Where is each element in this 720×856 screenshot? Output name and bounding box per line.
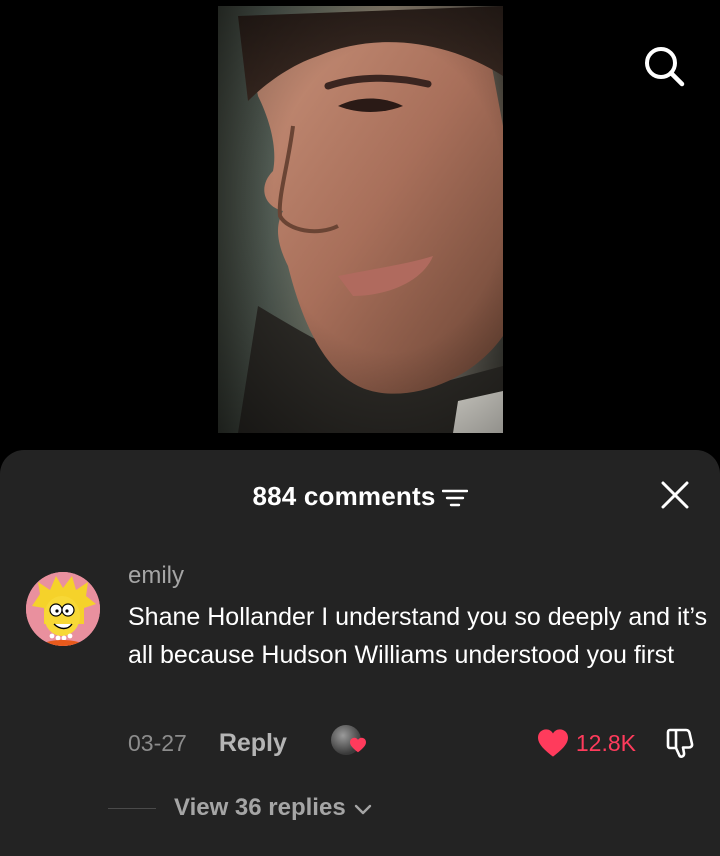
thumbs-down-icon bbox=[666, 728, 694, 758]
creator-liked-badge bbox=[330, 725, 367, 761]
reply-button[interactable]: Reply bbox=[219, 729, 287, 758]
heart-filled-icon bbox=[537, 729, 568, 757]
dislike-button[interactable] bbox=[664, 726, 698, 765]
search-button[interactable] bbox=[640, 42, 688, 90]
close-button[interactable] bbox=[658, 478, 692, 512]
comment-text: Shane Hollander I understand you so deep… bbox=[128, 603, 708, 669]
comment-count: 884 comments bbox=[252, 480, 436, 511]
comment-username[interactable]: emily bbox=[128, 562, 184, 590]
view-replies-label: View 36 replies bbox=[174, 794, 346, 821]
screen: 884 comments emily Shane Hollander I und… bbox=[0, 0, 720, 856]
like-button[interactable]: 12.8K bbox=[536, 724, 636, 762]
comments-sheet: 884 comments emily Shane Hollander I und… bbox=[0, 450, 720, 856]
close-icon bbox=[661, 481, 689, 509]
chevron-down-icon bbox=[354, 804, 372, 816]
comment-meta: 03-27 Reply 12.8K bbox=[128, 724, 698, 762]
video-vignette bbox=[218, 6, 503, 433]
like-count: 12.8K bbox=[575, 729, 636, 756]
sheet-header: 884 comments bbox=[0, 478, 720, 514]
comment-date: 03-27 bbox=[128, 729, 187, 756]
sort-filter-icon[interactable] bbox=[441, 488, 468, 508]
heart-icon bbox=[349, 737, 366, 753]
avatar[interactable] bbox=[26, 572, 100, 646]
video-player[interactable] bbox=[218, 6, 503, 433]
divider bbox=[108, 807, 156, 809]
search-icon bbox=[645, 47, 685, 87]
view-replies-button[interactable]: View 36 replies bbox=[108, 790, 372, 826]
comment-count-group: 884 comments bbox=[252, 480, 468, 512]
